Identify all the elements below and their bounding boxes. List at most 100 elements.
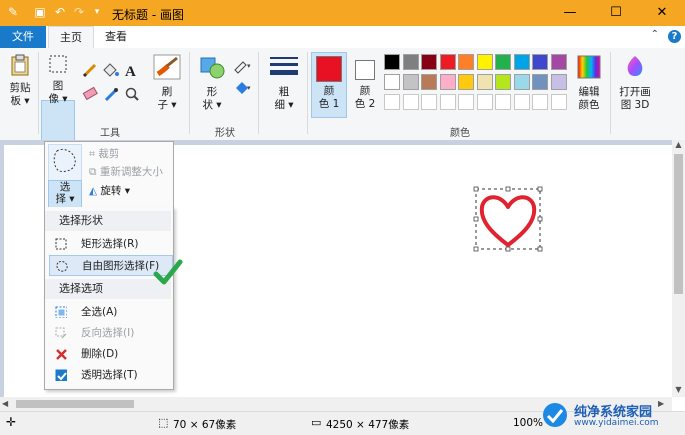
- color2-label-2: 色 2: [354, 98, 376, 110]
- select-label-1: 选: [59, 181, 71, 193]
- selected-heart[interactable]: [472, 185, 544, 255]
- palette-swatch[interactable]: [495, 74, 511, 90]
- palette-swatch[interactable]: [532, 74, 548, 90]
- green-checkmark-icon: [153, 259, 183, 285]
- edit-colors-button[interactable]: 编辑 颜色: [573, 54, 605, 112]
- outline-icon[interactable]: ▾: [234, 61, 251, 74]
- image-button-content[interactable]: 图 像 ▾: [43, 54, 73, 106]
- select-dropdown-menu: 选择形状 矩形选择(R) 自由图形选择(F) 选择选项 全选(A) 反向选择(I…: [44, 207, 174, 390]
- crop-icon: ⌗: [89, 148, 99, 160]
- eraser-icon[interactable]: [82, 86, 98, 101]
- custom-color-slot[interactable]: [513, 94, 530, 110]
- rotate-button[interactable]: ◭ 旋转 ▾: [89, 183, 130, 198]
- scroll-left-icon[interactable]: ◀: [2, 397, 14, 411]
- palette-swatch[interactable]: [476, 54, 493, 70]
- divider: [189, 52, 190, 134]
- palette-swatch[interactable]: [532, 54, 548, 70]
- title-bar: ✎ ▣ ↶ ↷ ▾ 无标题 - 画图 — ☐ ✕: [0, 0, 685, 26]
- pencil-icon[interactable]: [82, 63, 97, 78]
- palette-swatch[interactable]: [476, 74, 493, 90]
- custom-color-slot[interactable]: [532, 94, 548, 110]
- invert-select-item[interactable]: 反向选择(I): [49, 323, 173, 344]
- size-button[interactable]: 粗 细 ▾: [265, 54, 303, 112]
- palette-swatch[interactable]: [421, 54, 437, 70]
- palette-swatch[interactable]: [495, 54, 511, 70]
- crop-button[interactable]: ⌗ 裁剪: [89, 146, 119, 161]
- text-icon[interactable]: A: [125, 64, 136, 80]
- tab-file[interactable]: 文件: [0, 26, 46, 48]
- custom-color-slot[interactable]: [421, 94, 437, 110]
- vertical-scrollbar[interactable]: ▲ ▼: [672, 140, 685, 397]
- zoom-level[interactable]: 100%: [513, 417, 543, 429]
- palette-swatch[interactable]: [513, 54, 530, 70]
- color1-label-1: 颜: [323, 85, 335, 97]
- palette-swatch[interactable]: [458, 54, 474, 70]
- svg-text:A: A: [125, 64, 136, 80]
- close-button[interactable]: ✕: [639, 0, 685, 26]
- select-rect-icon: [49, 55, 67, 73]
- custom-color-slot[interactable]: [439, 94, 456, 110]
- resize-button[interactable]: ⧉ 重新调整大小: [89, 164, 163, 179]
- shapes-button[interactable]: 形 状 ▾: [195, 54, 229, 112]
- custom-color-slot[interactable]: [550, 94, 567, 110]
- horizontal-scroll-thumb[interactable]: [16, 400, 134, 408]
- custom-color-slot[interactable]: [476, 94, 493, 110]
- select-button[interactable]: 选 择 ▾: [48, 180, 82, 208]
- vertical-scroll-thumb[interactable]: [674, 154, 683, 294]
- palette-swatch[interactable]: [550, 74, 567, 90]
- free-form-select-icon: [53, 148, 76, 172]
- palette-swatch[interactable]: [402, 54, 419, 70]
- magnifier-icon[interactable]: [125, 87, 139, 101]
- custom-color-slot[interactable]: [458, 94, 474, 110]
- custom-color-slot[interactable]: [495, 94, 511, 110]
- custom-color-slot[interactable]: [384, 94, 400, 110]
- fill-icon[interactable]: [103, 63, 119, 77]
- undo-icon[interactable]: ↶: [53, 5, 67, 19]
- line-size-icon: [270, 57, 298, 75]
- palette-swatch[interactable]: [384, 74, 400, 90]
- collapse-ribbon-icon[interactable]: ⌃: [651, 29, 659, 40]
- palette-swatch[interactable]: [458, 74, 474, 90]
- select-all-icon: [55, 306, 67, 318]
- customize-quick-access-icon[interactable]: ▾: [90, 5, 104, 19]
- rect-select-item[interactable]: 矩形选择(R): [49, 234, 173, 255]
- scroll-up-icon[interactable]: ▲: [672, 140, 685, 152]
- save-icon[interactable]: ▣: [33, 5, 47, 19]
- ribbon: 剪贴 板 ▾ 图 像 ▾ A 工具 刷 子 ▾ 形 状 ▾ ▾ ▾ 形状 粗 细…: [0, 48, 685, 188]
- svg-text:▾: ▾: [247, 84, 251, 92]
- select-button-top[interactable]: [48, 144, 82, 182]
- color1-button[interactable]: 颜 色 1: [311, 52, 347, 118]
- color2-button[interactable]: 颜 色 2: [349, 52, 381, 118]
- palette-swatch[interactable]: [384, 54, 400, 70]
- divider: [258, 52, 259, 134]
- delete-item[interactable]: 删除(D): [49, 344, 173, 365]
- minimize-button[interactable]: —: [547, 0, 593, 26]
- rect-select-label: 矩形选择(R): [81, 238, 139, 250]
- scroll-down-icon[interactable]: ▼: [672, 385, 685, 397]
- edit-colors-label-1: 编辑: [578, 86, 600, 98]
- open-paint3d-button[interactable]: 打开画 图 3D: [614, 54, 656, 112]
- brush-button[interactable]: 刷 子 ▾: [150, 54, 184, 112]
- palette-swatch[interactable]: [421, 74, 437, 90]
- invert-select-icon: [55, 327, 67, 339]
- transparent-select-item[interactable]: 透明选择(T): [49, 365, 173, 386]
- tab-home[interactable]: 主页: [48, 26, 94, 49]
- maximize-button[interactable]: ☐: [593, 0, 639, 26]
- palette-swatch[interactable]: [439, 74, 456, 90]
- clipboard-button[interactable]: 剪贴 板 ▾: [4, 54, 36, 108]
- palette-swatch[interactable]: [550, 54, 567, 70]
- select-all-item[interactable]: 全选(A): [49, 302, 173, 323]
- brush-label-2: 子 ▾: [157, 99, 177, 111]
- palette-swatch[interactable]: [513, 74, 530, 90]
- help-icon[interactable]: ?: [668, 30, 681, 43]
- custom-color-slot[interactable]: [402, 94, 419, 110]
- rotate-icon: ◭: [89, 185, 101, 197]
- delete-icon: [56, 349, 67, 360]
- palette-swatch[interactable]: [439, 54, 456, 70]
- redo-icon[interactable]: ↷: [72, 5, 86, 19]
- color-picker-icon[interactable]: [104, 88, 118, 102]
- fill-shape-icon[interactable]: ▾: [236, 82, 251, 94]
- shapes-icon: [200, 57, 225, 79]
- tab-view[interactable]: 查看: [96, 26, 136, 48]
- palette-swatch[interactable]: [402, 74, 419, 90]
